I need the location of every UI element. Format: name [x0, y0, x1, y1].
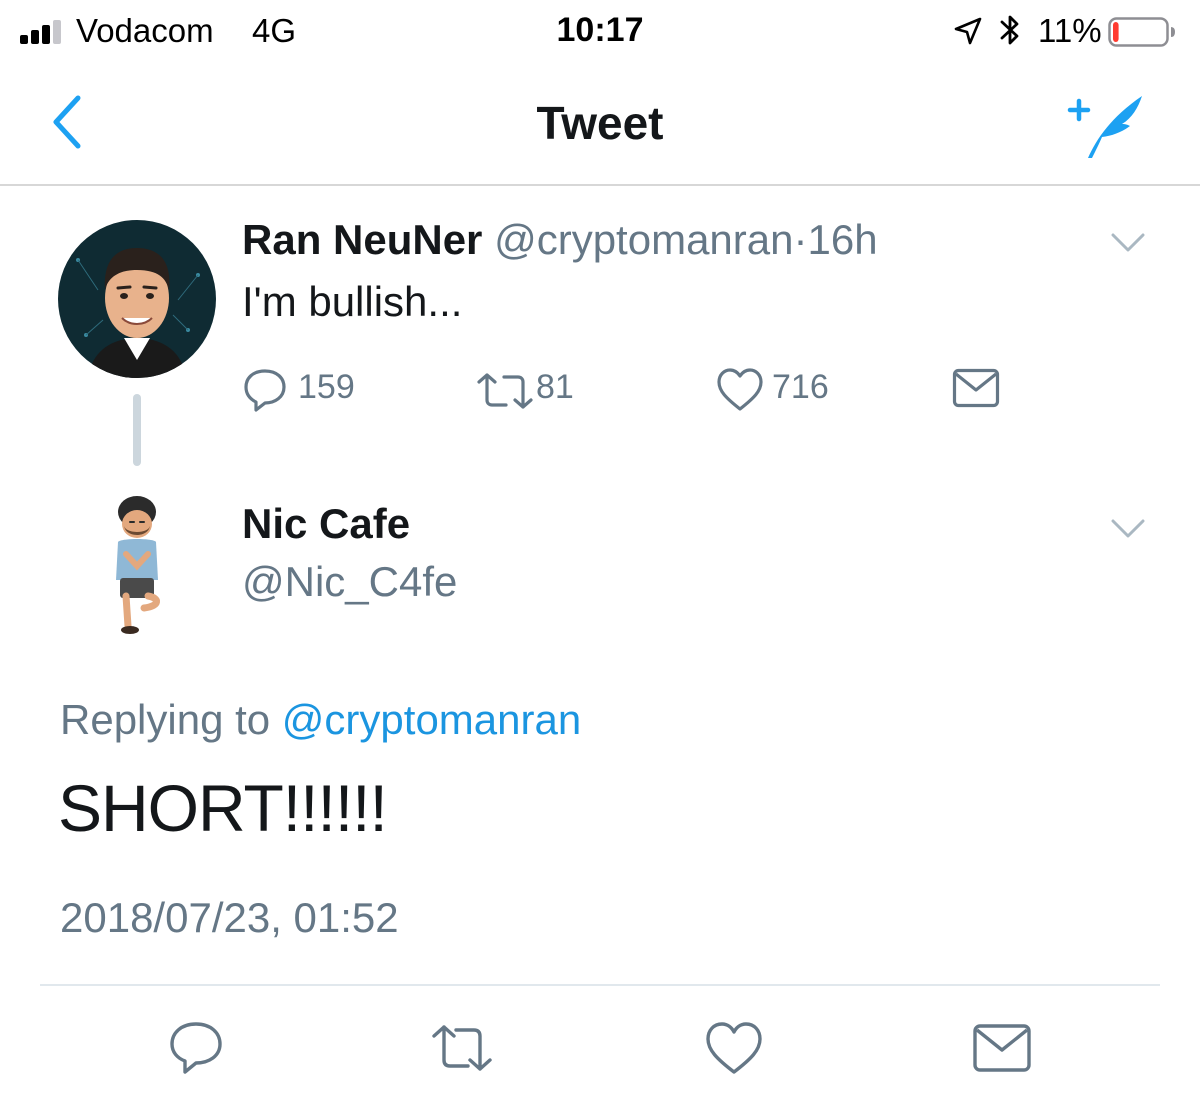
replying-to-line: Replying to @cryptomanran [60, 696, 581, 744]
retweet-button[interactable]: 81 [476, 362, 586, 418]
reply-count: 159 [298, 368, 355, 406]
avatar[interactable] [58, 220, 216, 378]
reply-author-handle[interactable]: @Nic_C4fe [242, 558, 457, 606]
tweet-text: I'm bullish... [242, 278, 463, 325]
tweet-age: 16h [807, 216, 878, 263]
page-title: Tweet [536, 97, 664, 149]
heart-icon [717, 368, 763, 411]
direct-message-button[interactable] [952, 362, 1002, 418]
replying-to-mention[interactable]: @cryptomanran [282, 696, 581, 743]
author-handle[interactable]: @cryptomanran [494, 216, 793, 263]
tweet-timestamp: 2018/07/23, 01:52 [60, 894, 399, 941]
envelope-icon[interactable] [970, 1018, 1034, 1078]
divider [40, 984, 1160, 986]
navigation-bar: Tweet [0, 62, 1200, 186]
separator-dot: · [793, 216, 808, 263]
tweet-detail-screen: Vodacom 4G 10:17 11% Tweet Ran NeuNer @c… [0, 0, 1200, 1101]
location-arrow-icon [954, 17, 982, 45]
reply-tweet-text: SHORT!!!!!! [58, 771, 388, 845]
tweet-author-header: Ran NeuNer @cryptomanran·16h [242, 216, 878, 264]
thread-connector-line [133, 394, 141, 466]
chevron-down-icon[interactable] [1110, 232, 1146, 254]
bluetooth-icon [1000, 15, 1019, 45]
retweet-count: 81 [536, 368, 574, 406]
compose-tweet-icon[interactable] [1066, 88, 1148, 160]
envelope-icon [952, 368, 1000, 408]
chevron-down-icon[interactable] [1110, 518, 1146, 540]
reply-icon[interactable] [164, 1018, 228, 1078]
retweet-icon [477, 373, 533, 409]
heart-icon[interactable] [702, 1018, 766, 1078]
like-button[interactable]: 716 [716, 362, 836, 418]
battery-percentage: 11% [1038, 12, 1102, 49]
retweet-icon[interactable] [430, 1018, 494, 1078]
reply-icon [244, 369, 286, 412]
status-bar: Vodacom 4G 10:17 11% [0, 0, 1200, 62]
reply-button[interactable]: 159 [242, 362, 372, 418]
reply-author-name[interactable]: Nic Cafe [242, 500, 410, 548]
like-count: 716 [772, 368, 829, 406]
author-name[interactable]: Ran NeuNer [242, 216, 482, 263]
avatar[interactable] [104, 494, 170, 636]
battery-icon [1108, 17, 1175, 47]
replying-to-label: Replying to [60, 696, 271, 743]
